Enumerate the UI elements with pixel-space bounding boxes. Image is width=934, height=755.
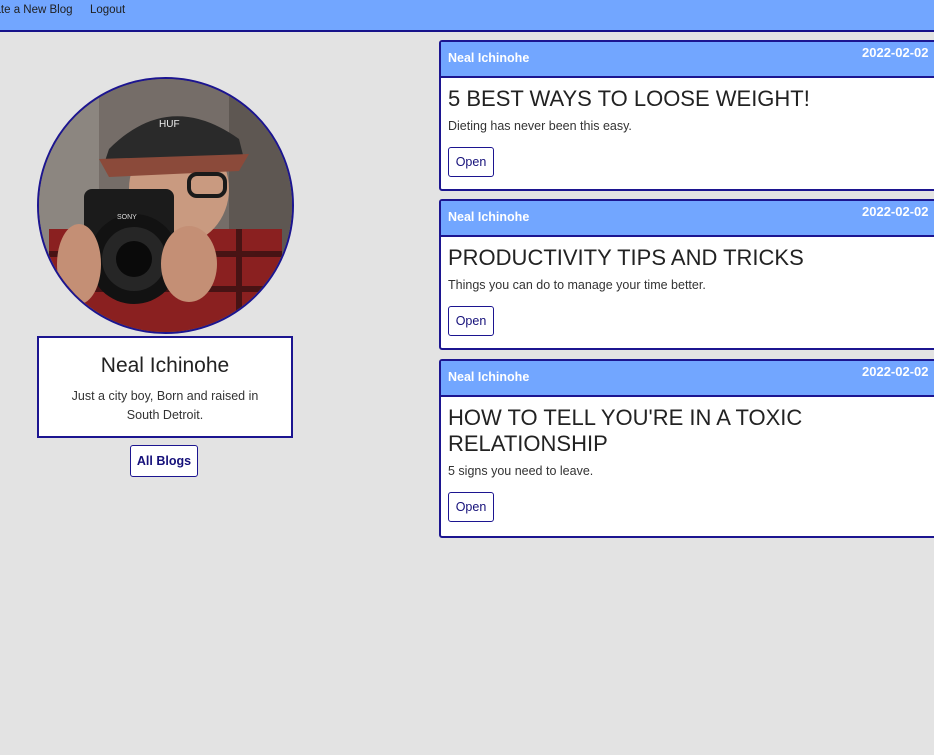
profile-card: Neal Ichinohe Just a city boy, Born and … [37, 336, 293, 438]
profile-bio: Just a city boy, Born and raised in Sout… [71, 389, 259, 422]
blog-description: 5 signs you need to leave. [448, 464, 594, 478]
blog-date: 2022-02-02 [862, 45, 929, 60]
profile-name: Neal Ichinohe [100, 354, 230, 377]
blog-author: Neal Ichinohe [448, 210, 530, 224]
blog-card-header: Neal Ichinohe 2022-02-02 [441, 361, 934, 397]
blog-card-header: Neal Ichinohe 2022-02-02 [441, 42, 934, 78]
svg-text:SONY: SONY [117, 214, 137, 221]
logout-link[interactable]: Logout [90, 4, 125, 16]
blog-title: 5 BEST WAYS TO LOOSE WEIGHT! [448, 86, 810, 111]
profile-avatar: HUF SONY [37, 77, 294, 334]
blog-card: Neal Ichinohe 2022-02-02 5 BEST WAYS TO … [439, 40, 934, 191]
photographer-photo: HUF SONY [39, 79, 292, 332]
open-blog-button[interactable]: Open [448, 306, 494, 336]
open-blog-button[interactable]: Open [448, 147, 494, 177]
blog-title: HOW TO TELL YOU'RE IN A TOXIC RELATIONSH… [448, 405, 803, 456]
top-navbar: Create a New Blog Logout [0, 0, 934, 32]
blog-title: PRODUCTIVITY TIPS AND TRICKS [448, 245, 804, 270]
svg-text:HUF: HUF [159, 119, 180, 130]
blog-card-header: Neal Ichinohe 2022-02-02 [441, 201, 934, 237]
blog-description: Dieting has never been this easy. [448, 119, 632, 133]
blog-date: 2022-02-02 [862, 364, 929, 379]
blog-author: Neal Ichinohe [448, 51, 530, 65]
blog-description: Things you can do to manage your time be… [448, 278, 706, 292]
blog-card: Neal Ichinohe 2022-02-02 HOW TO TELL YOU… [439, 359, 934, 538]
all-blogs-button[interactable]: All Blogs [130, 445, 198, 477]
blog-author: Neal Ichinohe [448, 370, 530, 384]
blog-card: Neal Ichinohe 2022-02-02 PRODUCTIVITY TI… [439, 199, 934, 350]
create-blog-link[interactable]: Create a New Blog [0, 4, 73, 16]
open-blog-button[interactable]: Open [448, 492, 494, 522]
blog-date: 2022-02-02 [862, 204, 929, 219]
